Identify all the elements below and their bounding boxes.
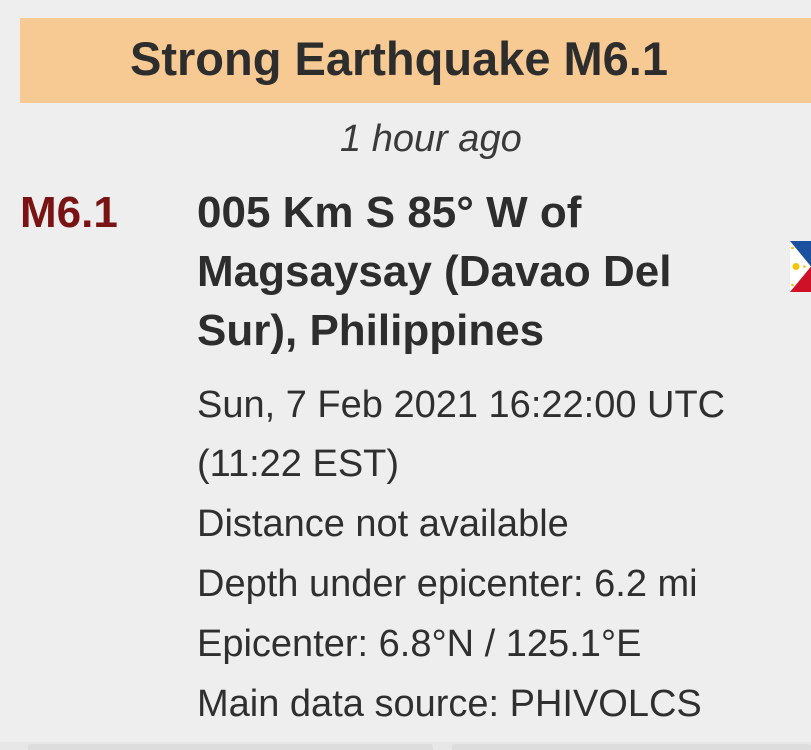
distance-info: Distance not available xyxy=(197,503,569,545)
philippines-flag-icon xyxy=(790,241,811,292)
time-ago-label: 1 hour ago xyxy=(340,118,522,160)
data-source-info: Main data source: PHIVOLCS xyxy=(197,683,702,725)
alert-title: Strong Earthquake M6.1 xyxy=(130,32,668,85)
event-location: 005 Km S 85° W of Magsaysay (Davao Del S… xyxy=(197,188,672,355)
depth-info: Depth under epicenter: 6.2 mi xyxy=(197,563,698,605)
bottom-action-left[interactable] xyxy=(28,744,433,750)
magnitude-label: M6.1 xyxy=(20,188,118,237)
event-datetime: Sun, 7 Feb 2021 16:22:00 UTC (11:22 EST) xyxy=(197,384,726,485)
event-details: Sun, 7 Feb 2021 16:22:00 UTC (11:22 EST)… xyxy=(197,376,809,734)
alert-title-banner: Strong Earthquake M6.1 xyxy=(20,18,811,103)
earthquake-alert-card[interactable]: Strong Earthquake M6.1 1 hour ago M6.1 0… xyxy=(0,0,811,750)
epicenter-info: Epicenter: 6.8°N / 125.1°E xyxy=(197,623,642,665)
bottom-action-right[interactable] xyxy=(452,744,811,750)
